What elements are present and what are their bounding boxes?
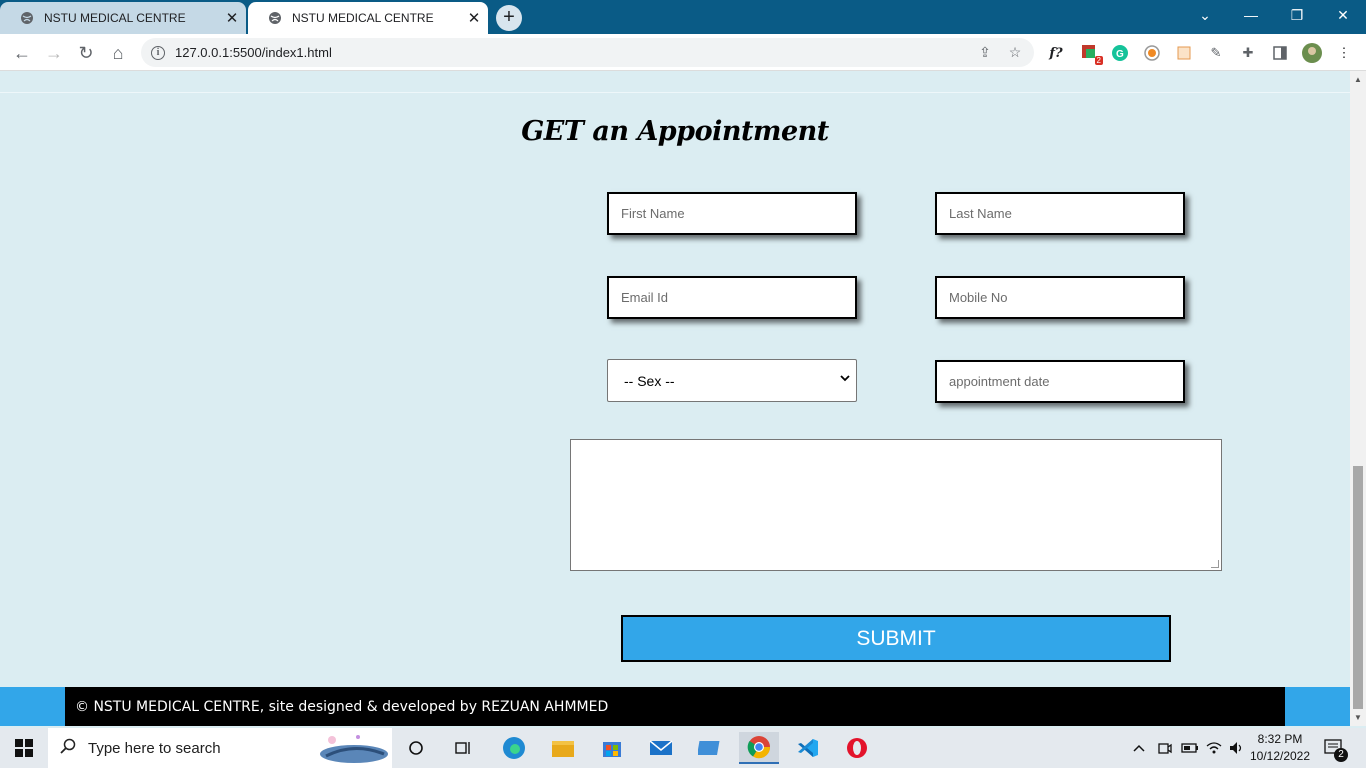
- eyedropper-icon[interactable]: ✎: [1206, 43, 1226, 63]
- tab-title: NSTU MEDICAL CENTRE: [292, 11, 434, 25]
- reload-icon[interactable]: ↻: [74, 41, 98, 65]
- search-placeholder: Type here to search: [88, 739, 221, 757]
- resize-grip-icon[interactable]: [1211, 560, 1219, 568]
- close-tab-icon[interactable]: ✕: [460, 9, 488, 27]
- app-icon[interactable]: [690, 732, 730, 764]
- globe-icon: [268, 11, 282, 25]
- footer: © NSTU MEDICAL CENTRE, site designed & d…: [0, 687, 1350, 726]
- task-view-icon[interactable]: [444, 732, 484, 764]
- clock-time: 8:32 PM: [1257, 732, 1303, 746]
- opera-icon[interactable]: [837, 732, 877, 764]
- email-input[interactable]: [607, 276, 857, 319]
- browser-tab-2[interactable]: NSTU MEDICAL CENTRE ✕: [248, 2, 488, 34]
- tab-search-icon[interactable]: ⌄: [1182, 0, 1228, 30]
- side-panel-icon[interactable]: [1270, 43, 1290, 63]
- scrollbar-thumb[interactable]: [1353, 466, 1363, 709]
- extension-badge: 2: [1094, 56, 1103, 65]
- svg-text:G: G: [1116, 49, 1124, 60]
- forward-icon[interactable]: →: [42, 41, 66, 65]
- battery-icon[interactable]: [1181, 728, 1199, 768]
- browser-toolbar: ← → ↻ ⌂ i 127.0.0.1:5500/index1.html ⇪ ☆…: [0, 34, 1366, 71]
- first-name-input[interactable]: [607, 192, 857, 235]
- search-icon: [48, 738, 88, 759]
- notes-extension-icon[interactable]: [1174, 43, 1194, 63]
- mobile-input[interactable]: [935, 276, 1185, 319]
- scroll-down-icon[interactable]: ▼: [1350, 713, 1366, 722]
- url-text[interactable]: 127.0.0.1:5500/index1.html: [175, 45, 974, 60]
- share-icon[interactable]: ⇪: [974, 44, 996, 61]
- meet-now-icon[interactable]: [1158, 728, 1172, 768]
- close-tab-icon[interactable]: ✕: [218, 9, 246, 27]
- wifi-icon[interactable]: [1206, 728, 1222, 768]
- browser-tab-bar: NSTU MEDICAL CENTRE ✕ NSTU MEDICAL CENTR…: [0, 0, 1366, 34]
- chrome-icon[interactable]: [739, 732, 779, 764]
- show-hidden-icons[interactable]: [1132, 728, 1146, 768]
- page-content: GET an Appointment -- Sex -- SUBMIT © NS…: [0, 71, 1350, 726]
- record-extension-icon[interactable]: [1142, 43, 1162, 63]
- page-title: GET an Appointment: [0, 116, 1350, 147]
- taskbar-search-box[interactable]: Type here to search: [48, 728, 392, 768]
- browser-menu-icon[interactable]: ⋮: [1334, 43, 1354, 63]
- edge-icon[interactable]: [494, 732, 534, 764]
- scroll-up-icon[interactable]: ▲: [1350, 75, 1366, 84]
- microsoft-store-icon[interactable]: [592, 732, 632, 764]
- appointment-date-input[interactable]: [935, 360, 1185, 403]
- search-highlight-illustration: [318, 732, 390, 768]
- system-clock[interactable]: 8:32 PM 10/12/2022: [1244, 731, 1316, 765]
- chevron-down-icon: [840, 373, 850, 385]
- message-textarea[interactable]: [570, 439, 1222, 571]
- cortana-icon[interactable]: [396, 732, 436, 764]
- restore-button[interactable]: ❐: [1274, 0, 1320, 30]
- extensions-puzzle-icon[interactable]: ✚: [1238, 43, 1258, 63]
- bookmark-star-icon[interactable]: ☆: [1004, 44, 1026, 61]
- vscode-icon[interactable]: [788, 732, 828, 764]
- last-name-input[interactable]: [935, 192, 1185, 235]
- mail-icon[interactable]: [641, 732, 681, 764]
- home-icon[interactable]: ⌂: [106, 41, 130, 65]
- notification-center-icon[interactable]: 2: [1324, 728, 1348, 768]
- new-tab-button[interactable]: +: [496, 5, 522, 31]
- sex-select-value: -- Sex --: [624, 372, 675, 389]
- clock-date: 10/12/2022: [1249, 749, 1311, 763]
- extension-icon[interactable]: 2: [1080, 43, 1103, 65]
- formula-extension-icon[interactable]: f?: [1046, 43, 1066, 63]
- site-info-icon[interactable]: i: [151, 45, 165, 60]
- windows-start-icon[interactable]: [0, 728, 48, 768]
- windows-taskbar: Type here to search 8:32 PM 10/12/2022 2: [0, 728, 1366, 768]
- grammarly-icon[interactable]: G: [1110, 43, 1130, 63]
- browser-tab-1[interactable]: NSTU MEDICAL CENTRE ✕: [0, 2, 246, 34]
- address-bar[interactable]: i 127.0.0.1:5500/index1.html ⇪ ☆: [141, 38, 1034, 67]
- close-window-button[interactable]: ✕: [1320, 0, 1366, 30]
- back-icon[interactable]: ←: [10, 41, 34, 65]
- profile-avatar[interactable]: [1302, 43, 1322, 63]
- sex-select[interactable]: -- Sex --: [607, 359, 857, 402]
- notification-count-badge: 2: [1334, 748, 1348, 762]
- tab-title: NSTU MEDICAL CENTRE: [44, 11, 186, 25]
- file-explorer-icon[interactable]: [543, 732, 583, 764]
- section-divider: [0, 92, 1350, 93]
- globe-icon: [20, 11, 34, 25]
- page-scrollbar[interactable]: ▲ ▼: [1350, 71, 1366, 726]
- volume-icon[interactable]: [1229, 728, 1245, 768]
- footer-text: © NSTU MEDICAL CENTRE, site designed & d…: [65, 687, 1285, 726]
- appointment-heading: GET an Appointment: [521, 116, 829, 147]
- minimize-button[interactable]: —: [1228, 0, 1274, 30]
- submit-button[interactable]: SUBMIT: [621, 615, 1171, 662]
